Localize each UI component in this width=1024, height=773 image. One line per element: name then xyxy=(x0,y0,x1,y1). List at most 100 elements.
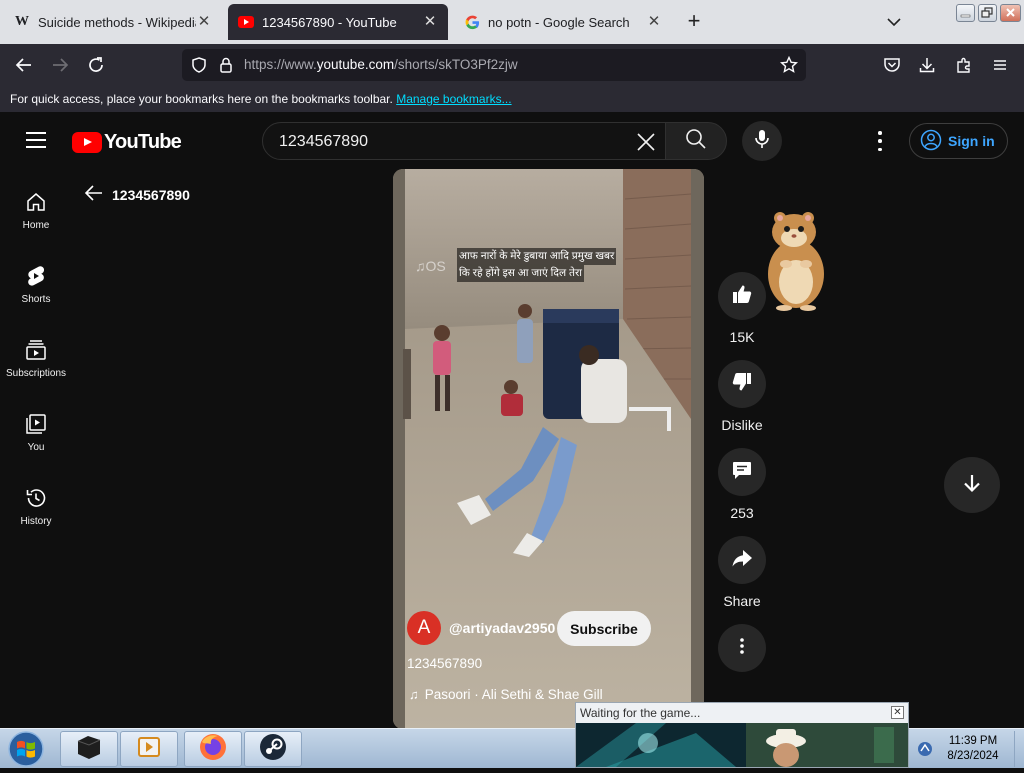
close-tab-icon[interactable]: ✕ xyxy=(196,14,212,30)
lock-icon[interactable] xyxy=(218,56,234,79)
hamster-sticker-icon xyxy=(768,212,824,311)
url-domain: youtube.com xyxy=(316,57,395,72)
new-tab-button[interactable]: + xyxy=(682,10,706,34)
dislike-action[interactable]: Dislike xyxy=(718,360,766,433)
google-icon xyxy=(464,14,480,30)
youtube-play-icon xyxy=(72,132,102,153)
subscriptions-icon xyxy=(24,338,48,362)
like-button[interactable] xyxy=(718,272,766,320)
more-vertical-icon xyxy=(739,637,745,660)
guide-menu-icon[interactable] xyxy=(26,132,46,148)
share-label: Share xyxy=(723,593,761,609)
next-video-button[interactable] xyxy=(944,457,1000,513)
channel-handle[interactable]: @artiyadav2950 xyxy=(449,620,555,636)
sign-in-button[interactable]: Sign in xyxy=(909,123,1008,159)
music-label: Pasoori · Ali Sethi & Shae Gill xyxy=(424,687,603,702)
browser-tab-bar: W Suicide methods - Wikipedia ✕ 12345678… xyxy=(0,0,1024,44)
extensions-icon[interactable] xyxy=(953,54,975,76)
thumbs-down-icon xyxy=(731,371,753,398)
game-preview-image xyxy=(576,723,908,767)
more-options-button[interactable] xyxy=(718,624,766,672)
sidebar-item-home[interactable]: Home xyxy=(0,190,72,250)
short-video-player[interactable]: ♫OS आफ नारों के मेरे डुबाया आदि प्रमुख ख… xyxy=(393,169,704,729)
subscribe-button[interactable]: Subscribe xyxy=(557,611,651,646)
show-desktop-button[interactable] xyxy=(1014,731,1024,767)
dislike-button[interactable] xyxy=(718,360,766,408)
microphone-icon xyxy=(753,129,771,154)
manage-bookmarks-link[interactable]: Manage bookmarks... xyxy=(396,92,511,106)
share-button[interactable] xyxy=(718,536,766,584)
voice-search-button[interactable] xyxy=(742,121,782,161)
you-icon xyxy=(24,412,48,436)
like-count: 15K xyxy=(729,329,755,345)
share-action[interactable]: Share xyxy=(718,536,766,609)
tab-youtube[interactable]: 1234567890 - YouTube ✕ xyxy=(228,4,448,40)
bookmark-star-icon[interactable] xyxy=(779,55,799,79)
sidebar-item-label: Shorts xyxy=(21,294,51,305)
forward-arrow-icon[interactable] xyxy=(49,54,71,76)
comments-button[interactable] xyxy=(718,448,766,496)
comments-action[interactable]: 253 xyxy=(718,448,766,521)
back-label: 1234567890 xyxy=(112,186,190,203)
back-to-results[interactable]: 1234567890 xyxy=(84,184,190,205)
youtube-page: YouTube 1234567890 Sign in Home Shorts S… xyxy=(0,112,1024,729)
avatar[interactable]: A xyxy=(407,611,441,645)
close-tab-icon[interactable]: ✕ xyxy=(646,14,662,30)
arrow-down-icon xyxy=(961,472,983,499)
media-player-icon xyxy=(135,734,163,765)
music-note-icon: ♫ xyxy=(409,687,419,702)
more-action[interactable] xyxy=(718,624,766,672)
sign-in-label: Sign in xyxy=(948,133,995,149)
shield-icon[interactable] xyxy=(190,56,208,79)
music-link[interactable]: ♫ Pasoori · Ali Sethi & Shae Gill xyxy=(409,687,603,702)
reload-icon[interactable] xyxy=(85,54,107,76)
popup-titlebar: Waiting for the game... ✕ xyxy=(576,703,908,723)
thumbs-up-icon xyxy=(731,283,753,310)
bookmarks-hint: For quick access, place your bookmarks h… xyxy=(10,92,393,106)
channel-info[interactable]: A @artiyadav2950 xyxy=(407,611,555,645)
dislike-label: Dislike xyxy=(721,417,763,433)
game-waiting-popup: Waiting for the game... ✕ xyxy=(575,702,909,768)
app-menu-icon[interactable] xyxy=(989,54,1011,76)
back-arrow-icon[interactable] xyxy=(13,54,35,76)
share-arrow-icon xyxy=(731,547,753,574)
firefox-icon xyxy=(198,732,228,767)
url-bar[interactable]: https://www.youtube.com/shorts/skTO3Pf2z… xyxy=(182,49,806,81)
tab-google[interactable]: no potn - Google Search ✕ xyxy=(454,4,672,40)
settings-more-icon[interactable] xyxy=(874,131,886,151)
history-icon xyxy=(24,486,48,510)
close-popup-icon[interactable]: ✕ xyxy=(891,706,904,719)
minimize-window-button[interactable] xyxy=(956,4,975,22)
clear-search-icon[interactable] xyxy=(635,131,657,153)
network-icon[interactable] xyxy=(916,740,934,763)
start-button[interactable] xyxy=(6,730,46,768)
search-button[interactable] xyxy=(665,122,727,160)
taskbar-app-terminal[interactable] xyxy=(60,731,118,767)
url-prefix: https://www. xyxy=(244,57,317,72)
bookmarks-toolbar: For quick access, place your bookmarks h… xyxy=(0,86,1024,112)
list-tabs-chevron-icon[interactable] xyxy=(884,12,904,32)
taskbar-app-media-player[interactable] xyxy=(120,731,178,767)
video-caption: आफ नारों के मेरे डुबाया आदि प्रमुख खबर क… xyxy=(457,248,617,282)
back-arrow-icon xyxy=(84,184,112,205)
sidebar-item-subscriptions[interactable]: Subscriptions xyxy=(0,338,72,398)
tray-clock[interactable]: 11:39 PM 8/23/2024 xyxy=(940,734,1006,764)
tab-wikipedia[interactable]: W Suicide methods - Wikipedia ✕ xyxy=(4,4,222,40)
url-path: /shorts/skTO3Pf2zjw xyxy=(394,57,518,72)
sidebar-item-you[interactable]: You xyxy=(0,412,72,472)
youtube-logo[interactable]: YouTube xyxy=(72,131,182,154)
system-tray: 11:39 PM 8/23/2024 xyxy=(908,729,1024,769)
search-input[interactable]: 1234567890 xyxy=(262,122,666,160)
downloads-icon[interactable] xyxy=(916,54,938,76)
youtube-icon xyxy=(238,14,254,30)
sidebar-item-history[interactable]: History xyxy=(0,486,72,546)
sidebar-item-shorts[interactable]: Shorts xyxy=(0,264,72,324)
sidebar-item-label: History xyxy=(20,516,52,527)
like-action[interactable]: 15K xyxy=(718,272,766,345)
close-tab-icon[interactable]: ✕ xyxy=(422,14,438,30)
close-window-button[interactable] xyxy=(1000,4,1021,22)
taskbar-app-firefox[interactable] xyxy=(184,731,242,767)
restore-window-button[interactable] xyxy=(978,4,997,22)
pocket-icon[interactable] xyxy=(881,54,903,76)
taskbar-app-steam[interactable] xyxy=(244,731,302,767)
